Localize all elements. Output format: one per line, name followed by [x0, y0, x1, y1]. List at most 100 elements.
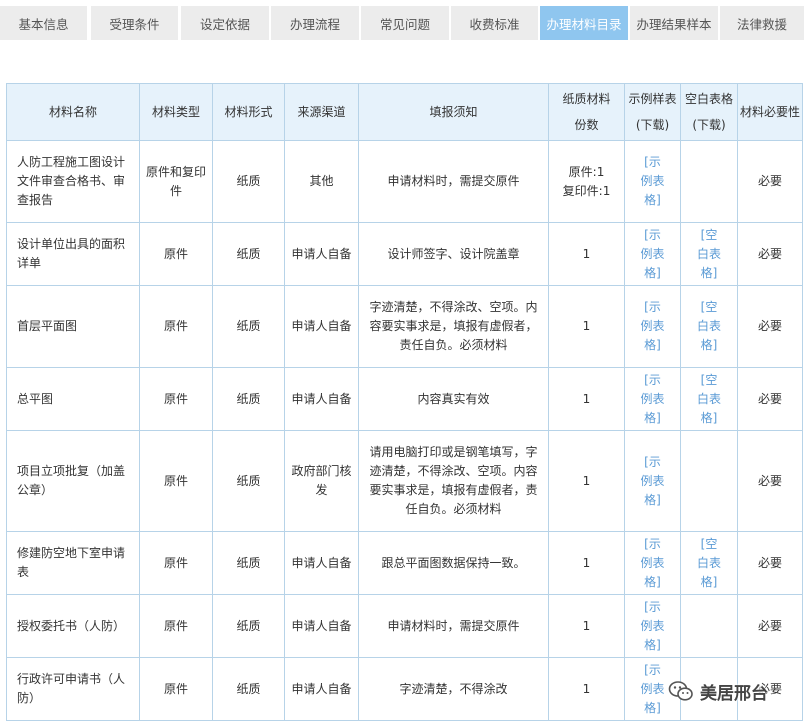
header-blank-line1: 空白表格: [684, 92, 733, 106]
notes-cell: 字迹清楚，不得涂改: [358, 657, 549, 721]
tab-legal-aid[interactable]: 法律救援: [720, 6, 804, 40]
materials-table: 材料名称 材料类型 材料形式 来源渠道 填报须知 纸质材料份数 示例样表 (下载)…: [6, 83, 803, 721]
notes-cell: 申请材料时，需提交原件: [358, 140, 549, 223]
tab-fees[interactable]: 收费标准: [451, 6, 538, 40]
material-type-cell: 原件: [139, 594, 213, 658]
copies-line: 1: [582, 681, 591, 696]
sample-download-link[interactable]: [示例表格]: [639, 453, 667, 510]
source-cell: 申请人自备: [284, 531, 359, 595]
material-type-cell: 原件和复印件: [139, 140, 213, 223]
blank-download-link[interactable]: [空白表格]: [695, 226, 723, 283]
notes-cell: 跟总平面图数据保持一致。: [358, 531, 549, 595]
sample-cell: [示例表格]: [624, 531, 681, 595]
source-cell: 申请人自备: [284, 285, 359, 368]
blank-cell: [空白表格]: [680, 222, 738, 286]
copies-cell: 原件:1 复印件:1: [548, 140, 625, 223]
blank-cell: [680, 430, 738, 532]
sample-cell: [示例表格]: [624, 367, 681, 431]
copies-line: 原件:1: [568, 164, 605, 179]
necessity-cell: 必要: [737, 594, 803, 658]
material-form-cell: 纸质: [212, 594, 285, 658]
table-row: 授权委托书（人防） 原件 纸质 申请人自备 申请材料时，需提交原件 1 [示例表格] 必要: [6, 594, 803, 658]
source-cell: 其他: [284, 140, 359, 223]
sample-cell: [示例表格]: [624, 285, 681, 368]
tab-faq[interactable]: 常见问题: [361, 6, 449, 40]
copies-line: 1: [582, 618, 591, 633]
copies-cell: 1: [548, 285, 625, 368]
sample-download-link[interactable]: [示例表格]: [639, 598, 667, 655]
blank-download-link[interactable]: [空白表格]: [695, 298, 723, 355]
blank-cell: [空白表格]: [680, 285, 738, 368]
material-type-cell: 原件: [139, 285, 213, 368]
header-material-name: 材料名称: [6, 83, 140, 141]
material-name-cell: 行政许可申请书（人防）: [6, 657, 140, 721]
material-form-cell: 纸质: [212, 367, 285, 431]
table-row: 行政许可申请书（人防） 原件 纸质 申请人自备 字迹清楚，不得涂改 1 [示例表格] 必要: [6, 657, 803, 721]
notes-cell: 请用电脑打印或是钢笔填写，字迹清楚，不得涂改、空项。内容要实事求是，填报有虚假者…: [358, 430, 549, 532]
necessity-cell: 必要: [737, 657, 803, 721]
material-form-cell: 纸质: [212, 430, 285, 532]
material-name-cell: 授权委托书（人防）: [6, 594, 140, 658]
copies-line: 1: [582, 473, 591, 488]
material-name-cell: 人防工程施工图设计文件审查合格书、审查报告: [6, 140, 140, 223]
necessity-cell: 必要: [737, 531, 803, 595]
blank-cell: [680, 657, 738, 721]
material-form-cell: 纸质: [212, 531, 285, 595]
tab-materials[interactable]: 办理材料目录: [540, 6, 628, 40]
material-type-cell: 原件: [139, 657, 213, 721]
header-sample: 示例样表 (下载): [624, 83, 681, 141]
sample-cell: [示例表格]: [624, 222, 681, 286]
header-necessity: 材料必要性: [737, 83, 803, 141]
blank-cell: [空白表格]: [680, 531, 738, 595]
header-sample-line1: 示例样表: [628, 92, 677, 106]
necessity-cell: 必要: [737, 367, 803, 431]
header-sample-line2: (下载): [635, 118, 670, 132]
copies-line: 复印件:1: [562, 183, 611, 198]
sample-download-link[interactable]: [示例表格]: [639, 535, 667, 592]
material-form-cell: 纸质: [212, 140, 285, 223]
necessity-cell: 必要: [737, 140, 803, 223]
sample-download-link[interactable]: [示例表格]: [639, 153, 667, 210]
material-type-cell: 原件: [139, 430, 213, 532]
material-name-cell: 总平图: [6, 367, 140, 431]
copies-cell: 1: [548, 657, 625, 721]
copies-cell: 1: [548, 367, 625, 431]
header-copies: 纸质材料份数: [548, 83, 625, 141]
sample-download-link[interactable]: [示例表格]: [639, 371, 667, 428]
tab-legal-basis[interactable]: 设定依据: [181, 6, 269, 40]
blank-cell: [680, 594, 738, 658]
tab-acceptance-conditions[interactable]: 受理条件: [91, 6, 178, 40]
source-cell: 申请人自备: [284, 367, 359, 431]
material-name-cell: 项目立项批复（加盖公章）: [6, 430, 140, 532]
material-type-cell: 原件: [139, 531, 213, 595]
material-name-cell: 首层平面图: [6, 285, 140, 368]
copies-cell: 1: [548, 594, 625, 658]
copies-cell: 1: [548, 222, 625, 286]
blank-download-link[interactable]: [空白表格]: [695, 535, 723, 592]
header-material-form: 材料形式: [212, 83, 285, 141]
tab-basic-info[interactable]: 基本信息: [0, 6, 87, 40]
copies-line: 1: [582, 246, 591, 261]
sample-cell: [示例表格]: [624, 657, 681, 721]
sample-download-link[interactable]: [示例表格]: [639, 226, 667, 283]
material-type-cell: 原件: [139, 222, 213, 286]
copies-line: 1: [582, 319, 591, 333]
tab-result-sample[interactable]: 办理结果样本: [630, 6, 718, 40]
material-name-cell: 修建防空地下室申请表: [6, 531, 140, 595]
table-row: 修建防空地下室申请表 原件 纸质 申请人自备 跟总平面图数据保持一致。 1 [示例表格] [空…: [6, 531, 803, 595]
sample-cell: [示例表格]: [624, 594, 681, 658]
material-form-cell: 纸质: [212, 222, 285, 286]
table-row: 人防工程施工图设计文件审查合格书、审查报告 原件和复印件 纸质 其他 申请材料时，需提交…: [6, 140, 803, 223]
source-cell: 申请人自备: [284, 594, 359, 658]
source-cell: 政府部门核发: [284, 430, 359, 532]
necessity-cell: 必要: [737, 222, 803, 286]
tab-process[interactable]: 办理流程: [271, 6, 359, 40]
sample-download-link[interactable]: [示例表格]: [639, 661, 667, 718]
copies-cell: 1: [548, 531, 625, 595]
blank-download-link[interactable]: [空白表格]: [695, 371, 723, 428]
sample-download-link[interactable]: [示例表格]: [639, 298, 667, 355]
material-type-cell: 原件: [139, 367, 213, 431]
blank-cell: [680, 140, 738, 223]
table-row: 项目立项批复（加盖公章） 原件 纸质 政府部门核发 请用电脑打印或是钢笔填写，字迹清楚，…: [6, 430, 803, 532]
blank-cell: [空白表格]: [680, 367, 738, 431]
